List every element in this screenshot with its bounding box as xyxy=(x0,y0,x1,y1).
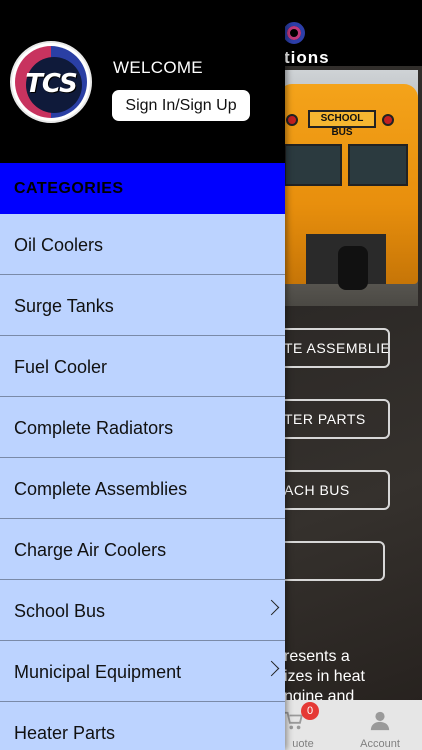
category-label: Heater Parts xyxy=(14,723,116,743)
category-label: Municipal Equipment xyxy=(14,662,182,682)
category-item-municipal-equipment[interactable]: Municipal Equipment xyxy=(0,641,285,702)
sign-in-button[interactable]: Sign In/Sign Up xyxy=(112,90,250,121)
welcome-text: WELCOME xyxy=(113,58,203,77)
category-label: School Bus xyxy=(14,601,106,621)
drawer-header: TCS WELCOME Sign In/Sign Up xyxy=(0,0,285,163)
categories-title: CATEGORIES xyxy=(14,180,124,197)
category-item-surge-tanks[interactable]: Surge Tanks xyxy=(0,275,285,336)
brand-logo-icon xyxy=(283,22,305,44)
category-label: Complete Assemblies xyxy=(14,479,188,499)
tab-label: uote xyxy=(292,738,314,750)
chevron-right-icon xyxy=(263,599,280,616)
bus-windshield xyxy=(284,144,342,186)
heater-parts-button[interactable]: TER PARTS xyxy=(268,399,390,439)
button-label: TER PARTS xyxy=(284,411,366,427)
categories-header: CATEGORIES xyxy=(0,163,285,214)
complete-assemblies-button[interactable]: TE ASSEMBLIES xyxy=(268,328,390,368)
school-bus-button[interactable]: ACH BUS xyxy=(268,470,390,510)
bus-warning-light xyxy=(382,114,394,126)
category-item-fuel-cooler[interactable]: Fuel Cooler xyxy=(0,336,285,397)
category-item-charge-air-coolers[interactable]: Charge Air Coolers xyxy=(0,519,285,580)
category-label: Charge Air Coolers xyxy=(14,540,167,560)
category-label: Oil Coolers xyxy=(14,235,104,255)
chevron-right-icon xyxy=(263,660,280,677)
category-item-oil-coolers[interactable]: Oil Coolers xyxy=(0,214,285,275)
logo-text: TCS xyxy=(25,69,78,99)
bus-sign: SCHOOL BUS xyxy=(308,110,376,138)
category-list: Oil Coolers Surge Tanks Fuel Cooler Comp… xyxy=(0,214,285,750)
category-label: Surge Tanks xyxy=(14,296,114,316)
category-item-complete-radiators[interactable]: Complete Radiators xyxy=(0,397,285,458)
category-button[interactable] xyxy=(268,541,385,581)
tab-quote[interactable]: 0 uote xyxy=(283,702,323,750)
account-icon xyxy=(370,711,390,731)
bus-wheel xyxy=(338,246,368,290)
intro-paragraph: resents a izes in heat ngine and xyxy=(284,648,365,705)
bus-warning-light xyxy=(286,114,298,126)
quote-count-badge: 0 xyxy=(301,702,319,720)
tcs-logo: TCS xyxy=(10,41,92,123)
school-bus-image: SCHOOL BUS xyxy=(268,70,418,306)
bus-windshield xyxy=(348,144,408,186)
category-label: Fuel Cooler xyxy=(14,357,108,377)
navigation-drawer: TCS WELCOME Sign In/Sign Up CATEGORIES O… xyxy=(0,0,285,750)
category-item-school-bus[interactable]: School Bus xyxy=(0,580,285,641)
category-label: Complete Radiators xyxy=(14,418,174,438)
category-item-complete-assemblies[interactable]: Complete Assemblies xyxy=(0,458,285,519)
button-label: ACH BUS xyxy=(284,482,350,498)
tab-label: Account xyxy=(360,738,400,750)
brand-text: tions xyxy=(284,48,330,67)
category-item-heater-parts[interactable]: Heater Parts xyxy=(0,702,285,750)
button-label: TE ASSEMBLIES xyxy=(284,340,390,356)
tab-account[interactable]: Account xyxy=(350,704,410,750)
